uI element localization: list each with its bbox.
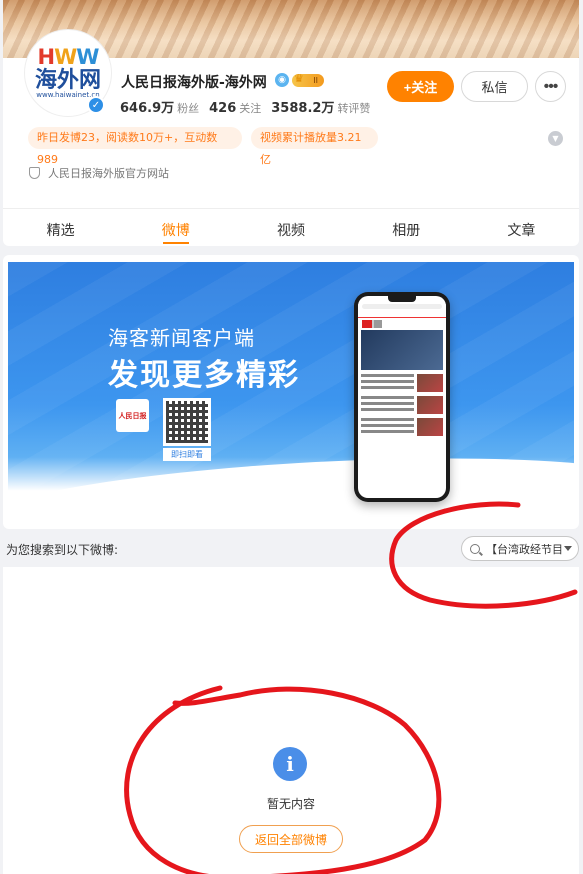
tab-video[interactable]: 视频 — [233, 209, 348, 246]
chevron-down-icon[interactable] — [564, 546, 572, 551]
profile-stats: 646.9万 粉丝 426 关注 3588.2万 转评赞 — [120, 97, 370, 116]
website-label: 人民日报海外版官方网站 — [48, 167, 169, 180]
profile-card: HWW 海外网 www.haiwainet.cn ✓ 人民日报海外版-海外网 ◉… — [3, 0, 579, 246]
empty-state: i 暂无内容 返回全部微博 — [3, 567, 579, 874]
weibo-profile-page: HWW 海外网 www.haiwainet.cn ✓ 人民日报海外版-海外网 ◉… — [0, 0, 583, 874]
weibo-vip-icon[interactable]: ◉ — [275, 73, 289, 87]
profile-tabs: 精选 微博 视频 相册 文章 — [3, 208, 579, 246]
profile-name: 人民日报海外版-海外网 — [121, 75, 267, 91]
qr-code-icon — [163, 398, 211, 446]
more-options-button[interactable]: ••• — [535, 71, 566, 102]
qr-caption: 即扫即看 — [163, 448, 211, 461]
phone-mockup — [354, 292, 450, 502]
search-results-bar: 为您搜索到以下微博: 【台湾政经节目 — [0, 532, 583, 564]
banner-slogan: 发现更多精彩 — [108, 358, 300, 393]
search-icon — [470, 543, 480, 554]
level-badge-text: II — [313, 76, 318, 85]
avatar-logo-letters: HWW — [37, 44, 100, 69]
shield-icon — [29, 167, 40, 179]
people-daily-logo: 人民日报 — [116, 399, 149, 432]
search-input[interactable]: 【台湾政经节目 — [461, 536, 579, 561]
info-icon: i — [273, 747, 307, 781]
tab-album[interactable]: 相册 — [349, 209, 464, 246]
app-promo-banner[interactable]: 海客新闻客户端 发现更多精彩 人民日报 即扫即看 — [8, 262, 574, 522]
empty-message: 暂无内容 — [266, 797, 315, 811]
stat-interactions: 3588.2万 转评赞 — [271, 101, 371, 116]
banner-headline: 海客新闻客户端 — [108, 326, 255, 350]
activity-tag[interactable]: 昨日发博23，阅读数10万+，互动数989 — [28, 127, 242, 166]
follow-button[interactable]: +关注 — [387, 71, 454, 102]
back-to-all-button[interactable]: 返回全部微博 — [239, 825, 343, 853]
banner-card: 海客新闻客户端 发现更多精彩 人民日报 即扫即看 — [3, 255, 579, 529]
video-views-tag[interactable]: 视频累计播放量3.21亿 — [251, 127, 378, 166]
search-results-label: 为您搜索到以下微博: — [6, 543, 119, 557]
profile-website: 人民日报海外版官方网站 — [29, 165, 169, 181]
search-value: 【台湾政经节目 — [486, 542, 562, 556]
tab-weibo[interactable]: 微博 — [118, 209, 233, 246]
stat-following[interactable]: 426 关注 — [209, 100, 261, 116]
verified-icon: ✓ — [87, 96, 105, 114]
tab-featured[interactable]: 精选 — [3, 209, 118, 246]
message-button[interactable]: 私信 — [461, 71, 528, 102]
avatar-logo-text: 海外网 — [34, 66, 101, 93]
stat-fans[interactable]: 646.9万 粉丝 — [120, 97, 199, 116]
tab-articles[interactable]: 文章 — [464, 209, 579, 246]
crown-level-icon[interactable]: II — [292, 72, 324, 87]
chevron-down-icon[interactable]: ▼ — [548, 131, 563, 146]
